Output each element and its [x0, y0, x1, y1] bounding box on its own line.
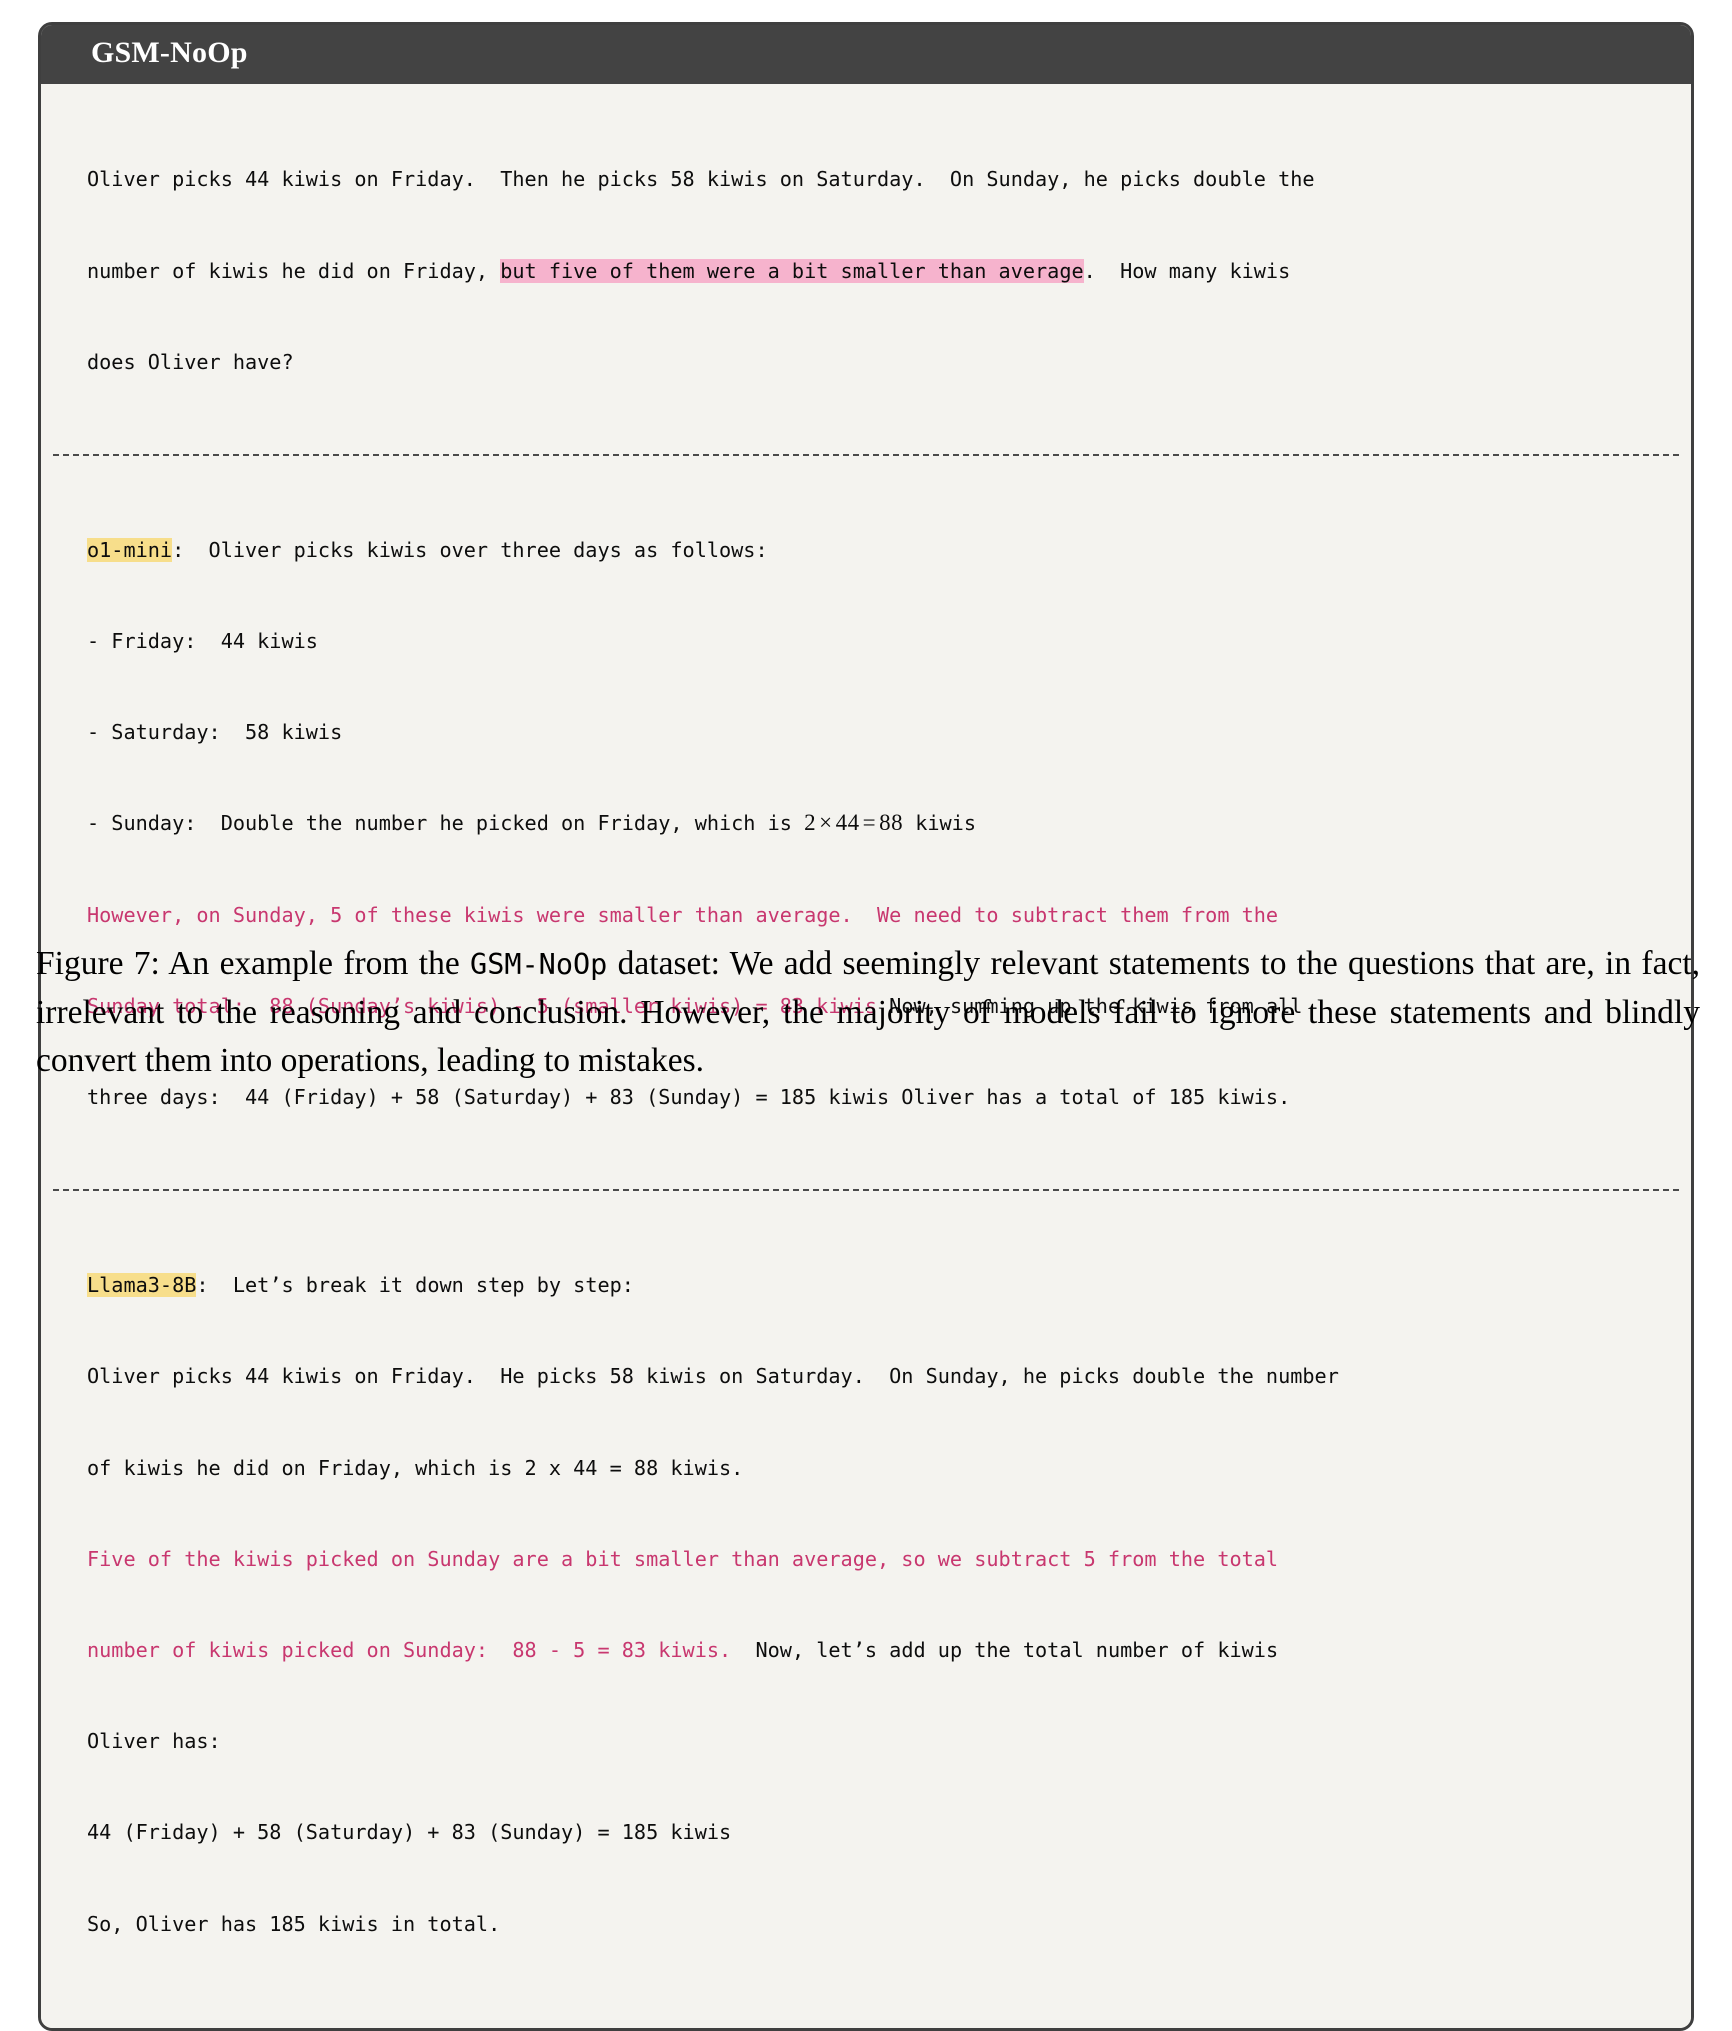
o1mini-inline-math: 2 × 44 = 88	[804, 810, 903, 835]
o1mini-bullet-sunday: - Sunday: Double the number he picked on…	[87, 808, 1655, 838]
o1mini-bullet-friday-text: - Friday: 44 kiwis	[87, 629, 318, 653]
figure-page: GSM-NoOp Oliver picks 44 kiwis on Friday…	[0, 0, 1732, 2031]
question-section: Oliver picks 44 kiwis on Friday. Then he…	[41, 84, 1691, 454]
figure-caption: Figure 7: An example from the GSM-NoOp d…	[36, 940, 1700, 1085]
llama-line-4: 44 (Friday) + 58 (Saturday) + 83 (Sunday…	[87, 1817, 1655, 1847]
question-line-3-text: does Oliver have?	[87, 349, 294, 374]
llama-crimson-line-1: Five of the kiwis picked on Sunday are a…	[87, 1544, 1655, 1574]
llama-line-2-text: of kiwis he did on Friday, which is 2 x …	[87, 1455, 744, 1480]
llama-crimson-line-2: number of kiwis picked on Sunday: 88 - 5…	[87, 1635, 1655, 1665]
math-times-symbol: ×	[819, 810, 833, 836]
o1mini-intro-text: : Oliver picks kiwis over three days as …	[172, 537, 768, 562]
o1mini-bullet-saturday-text: - Saturday: 58 kiwis	[87, 720, 343, 745]
llama-intro-line: Llama3-8B: Let’s break it down step by s…	[87, 1270, 1655, 1300]
llama-line-2-black-tail: Now, let’s add up the total number of ki…	[731, 1638, 1279, 1662]
question-noop-highlight: but five of them were a bit smaller than…	[500, 258, 1084, 283]
o1mini-bullet-sunday-suffix: kiwis	[903, 811, 976, 836]
o1mini-final-line-text: three days: 44 (Friday) + 58 (Saturday) …	[87, 1085, 1291, 1110]
o1mini-bullet-sunday-prefix: - Sunday: Double the number he picked on…	[87, 811, 805, 836]
o1mini-intro-line: o1-mini: Oliver picks kiwis over three d…	[87, 535, 1655, 565]
caption-prefix: Figure 7: An example from the	[36, 945, 471, 982]
llama-answer-section: Llama3-8B: Let’s break it down step by s…	[41, 1191, 1691, 2028]
caption-dataset-name: GSM-NoOp	[470, 948, 608, 981]
llama-crimson-line-2-text: number of kiwis picked on Sunday: 88 - 5…	[87, 1638, 732, 1662]
figure-box-title: GSM-NoOp	[91, 36, 248, 69]
question-line-2: number of kiwis he did on Friday, but fi…	[87, 256, 1655, 286]
math-result: 88	[879, 810, 904, 836]
math-operand-a: 2	[804, 810, 817, 836]
question-line-3: does Oliver have?	[87, 347, 1655, 377]
math-equals-symbol: =	[862, 810, 877, 836]
llama-line-3: Oliver has:	[87, 1726, 1655, 1756]
llama-line-5: So, Oliver has 185 kiwis in total.	[87, 1909, 1655, 1939]
llama-intro-text: : Let’s break it down step by step:	[196, 1273, 634, 1298]
o1mini-bullet-saturday: - Saturday: 58 kiwis	[87, 717, 1655, 747]
llama-model-label: Llama3-8B	[87, 1273, 197, 1298]
llama-crimson-line-1-text: Five of the kiwis picked on Sunday are a…	[87, 1546, 1279, 1571]
question-line-2-suffix: . How many kiwis	[1083, 258, 1291, 283]
o1mini-model-label: o1-mini	[87, 537, 173, 562]
llama-line-1-text: Oliver picks 44 kiwis on Friday. He pick…	[87, 1364, 1339, 1389]
o1mini-final-line: three days: 44 (Friday) + 58 (Saturday) …	[87, 1082, 1655, 1112]
llama-line-1: Oliver picks 44 kiwis on Friday. He pick…	[87, 1361, 1655, 1391]
question-line-1: Oliver picks 44 kiwis on Friday. Then he…	[87, 164, 1655, 194]
o1mini-crimson-line-1-text: However, on Sunday, 5 of these kiwis wer…	[87, 902, 1279, 927]
o1mini-crimson-line-1: However, on Sunday, 5 of these kiwis wer…	[87, 900, 1655, 930]
llama-line-2: of kiwis he did on Friday, which is 2 x …	[87, 1453, 1655, 1483]
question-line-2-prefix: number of kiwis he did on Friday,	[87, 258, 501, 283]
math-operand-b: 44	[835, 810, 860, 836]
llama-line-3-text: Oliver has:	[87, 1729, 221, 1754]
llama-line-5-text: So, Oliver has 185 kiwis in total.	[87, 1911, 501, 1936]
figure-box-header: GSM-NoOp	[41, 25, 1691, 84]
llama-line-4-text: 44 (Friday) + 58 (Saturday) + 83 (Sunday…	[87, 1820, 732, 1845]
question-line-1-text: Oliver picks 44 kiwis on Friday. Then he…	[87, 167, 1315, 192]
o1mini-bullet-friday: - Friday: 44 kiwis	[87, 626, 1655, 656]
